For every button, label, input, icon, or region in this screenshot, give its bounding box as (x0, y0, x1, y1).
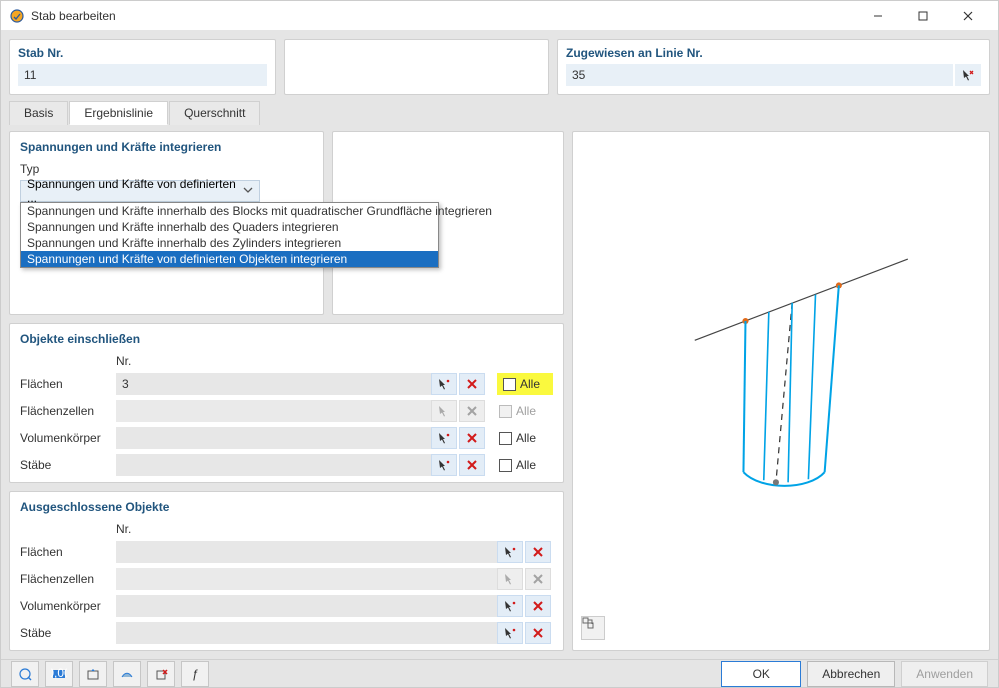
checkbox-icon (499, 432, 512, 445)
window-maximize-button[interactable] (900, 1, 945, 30)
assigned-line-panel: Zugewiesen an Linie Nr. (557, 39, 990, 95)
assigned-line-input[interactable] (566, 64, 953, 86)
app-icon (9, 8, 25, 24)
exclude-input-staebe[interactable] (116, 622, 497, 644)
include-pick-volumenkoerper[interactable] (431, 427, 457, 449)
exclude-nr-header: Nr. (116, 522, 497, 536)
exclude-row-label-0: Flächen (20, 545, 116, 559)
typ-option-3[interactable]: Spannungen und Kräfte von definierten Ob… (21, 251, 438, 267)
exclude-clear-flaechenzellen (525, 568, 551, 590)
typ-label: Typ (20, 162, 313, 176)
integrate-group-title: Spannungen und Kräfte integrieren (20, 140, 313, 154)
include-pick-flaechen[interactable] (431, 373, 457, 395)
tabs: Basis Ergebnislinie Querschnitt (9, 101, 990, 125)
assigned-line-label: Zugewiesen an Linie Nr. (566, 46, 981, 60)
include-clear-flaechenzellen (459, 400, 485, 422)
stab-nr-panel: Stab Nr. (9, 39, 276, 95)
include-objects-title: Objekte einschließen (20, 332, 553, 346)
svg-text:0,00: 0,00 (51, 667, 67, 680)
exclude-row-label-2: Volumenkörper (20, 599, 116, 613)
include-nr-header: Nr. (116, 354, 431, 368)
tab-basis[interactable]: Basis (9, 101, 68, 125)
exclude-input-flaechenzellen (116, 568, 497, 590)
include-pick-staebe[interactable] (431, 454, 457, 476)
footer-tool-help[interactable] (11, 661, 39, 687)
chevron-down-icon (243, 184, 253, 198)
include-row-label-0: Flächen (20, 377, 116, 391)
exclude-pick-flaechen[interactable] (497, 541, 523, 563)
checkbox-icon (503, 378, 516, 391)
typ-dropdown-list: Spannungen und Kräfte innerhalb des Bloc… (20, 202, 439, 268)
tab-querschnitt[interactable]: Querschnitt (169, 101, 260, 125)
checkbox-icon (499, 405, 512, 418)
exclude-clear-flaechen[interactable] (525, 541, 551, 563)
cancel-button[interactable]: Abbrechen (807, 661, 895, 687)
include-all-staebe[interactable]: Alle (497, 458, 553, 472)
include-row-label-3: Stäbe (20, 458, 116, 472)
include-all-flaechen[interactable]: Alle (497, 373, 553, 395)
exclude-clear-volumenkoerper[interactable] (525, 595, 551, 617)
preview-panel (572, 131, 990, 651)
ok-button[interactable]: OK (721, 661, 801, 687)
include-all-flaechenzellen: Alle (497, 404, 553, 418)
exclude-clear-staebe[interactable] (525, 622, 551, 644)
window-close-button[interactable] (945, 1, 990, 30)
window-minimize-button[interactable] (855, 1, 900, 30)
typ-option-2[interactable]: Spannungen und Kräfte innerhalb des Zyli… (21, 235, 438, 251)
stab-nr-input[interactable] (18, 64, 267, 86)
pick-line-button[interactable] (955, 64, 981, 86)
include-pick-flaechenzellen (431, 400, 457, 422)
typ-option-1[interactable]: Spannungen und Kräfte innerhalb des Quad… (21, 219, 438, 235)
exclude-objects-title: Ausgeschlossene Objekte (20, 500, 553, 514)
preview-toolbar-button[interactable] (581, 616, 605, 640)
include-input-flaechen[interactable] (116, 373, 431, 395)
typ-option-0[interactable]: Spannungen und Kräfte innerhalb des Bloc… (21, 203, 438, 219)
typ-dropdown-value: Spannungen und Kräfte von definierten ..… (27, 177, 243, 205)
apply-button: Anwenden (901, 661, 988, 687)
exclude-input-volumenkoerper[interactable] (116, 595, 497, 617)
tab-ergebnislinie[interactable]: Ergebnislinie (69, 101, 168, 125)
integrate-group: Spannungen und Kräfte integrieren Typ Sp… (9, 131, 324, 315)
footer: 0,00 ƒ OK Abbrechen Anwenden (1, 659, 998, 687)
preview-drawing (573, 132, 989, 650)
window-title: Stab bearbeiten (31, 9, 855, 23)
footer-tool-render[interactable] (113, 661, 141, 687)
footer-tool-delete[interactable] (147, 661, 175, 687)
include-input-volumenkoerper[interactable] (116, 427, 431, 449)
footer-tool-units[interactable]: 0,00 (45, 661, 73, 687)
include-clear-flaechen[interactable] (459, 373, 485, 395)
include-row-label-1: Flächenzellen (20, 404, 116, 418)
exclude-pick-flaechenzellen (497, 568, 523, 590)
include-input-staebe[interactable] (116, 454, 431, 476)
exclude-row-label-3: Stäbe (20, 626, 116, 640)
include-all-volumenkoerper[interactable]: Alle (497, 431, 553, 445)
footer-tool-function[interactable]: ƒ (181, 661, 209, 687)
exclude-objects-group: Ausgeschlossene Objekte Nr. Flächen Fläc… (9, 491, 564, 651)
exclude-pick-volumenkoerper[interactable] (497, 595, 523, 617)
include-clear-staebe[interactable] (459, 454, 485, 476)
exclude-row-label-1: Flächenzellen (20, 572, 116, 586)
checkbox-icon (499, 459, 512, 472)
exclude-pick-staebe[interactable] (497, 622, 523, 644)
include-objects-group: Objekte einschließen Nr. Flächen Alle Fl… (9, 323, 564, 483)
typ-dropdown[interactable]: Spannungen und Kräfte von definierten ..… (20, 180, 260, 202)
exclude-input-flaechen[interactable] (116, 541, 497, 563)
include-clear-volumenkoerper[interactable] (459, 427, 485, 449)
title-bar: Stab bearbeiten (1, 1, 998, 31)
svg-text:ƒ: ƒ (192, 667, 199, 681)
include-row-label-2: Volumenkörper (20, 431, 116, 445)
middle-blank-panel (284, 39, 549, 95)
include-input-flaechenzellen (116, 400, 431, 422)
footer-tool-extents[interactable] (79, 661, 107, 687)
stab-nr-label: Stab Nr. (18, 46, 267, 60)
